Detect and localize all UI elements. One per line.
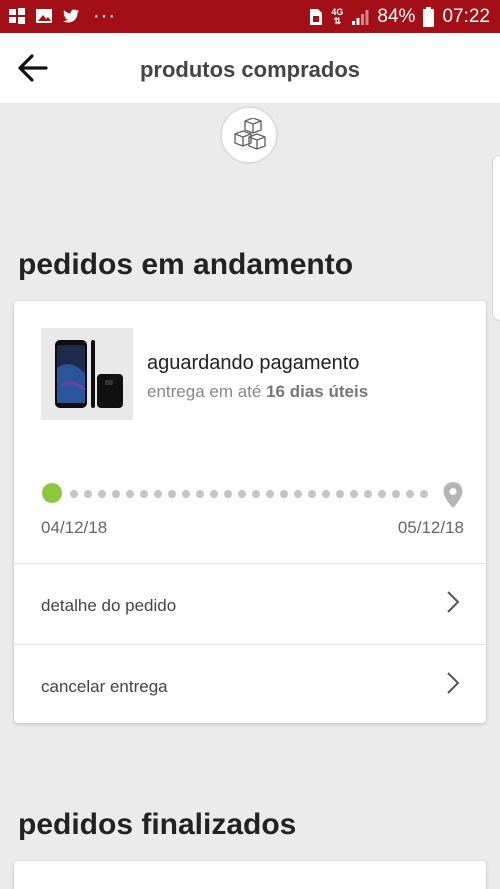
progress-dot bbox=[266, 490, 274, 498]
progress-dot bbox=[364, 490, 372, 498]
section-title-finished: pedidos finalizados bbox=[18, 808, 297, 841]
progress-dot bbox=[252, 490, 260, 498]
network-type: 4G ⇅ bbox=[331, 7, 344, 26]
battery-percent: 84% bbox=[377, 6, 416, 27]
progress-dot bbox=[238, 490, 246, 498]
order-detail-label: detalhe do pedido bbox=[41, 596, 177, 615]
end-date: 05/12/18 bbox=[397, 518, 464, 537]
progress-dot bbox=[280, 490, 288, 498]
progress-dot bbox=[196, 490, 204, 498]
delivery-days: 16 dias úteis bbox=[266, 382, 369, 401]
start-date: 04/12/18 bbox=[41, 518, 108, 537]
signal-icon bbox=[352, 10, 369, 25]
progress-dot bbox=[308, 490, 316, 498]
progress-dot bbox=[336, 490, 344, 498]
page-title: produtos comprados bbox=[139, 57, 360, 82]
progress-dot bbox=[154, 490, 162, 498]
battery-icon bbox=[423, 7, 435, 27]
progress-dot bbox=[350, 490, 358, 498]
cancel-delivery-label: cancelar entrega bbox=[41, 677, 168, 696]
side-scroll-handle[interactable] bbox=[492, 155, 500, 321]
progress-dot bbox=[70, 490, 78, 498]
progress-dot bbox=[182, 490, 190, 498]
sim-icon bbox=[310, 9, 323, 25]
order-status: aguardando pagamento bbox=[147, 352, 360, 374]
progress-dot bbox=[294, 490, 302, 498]
smartphone-image bbox=[55, 340, 123, 408]
progress-dot bbox=[112, 490, 120, 498]
progress-dot bbox=[392, 490, 400, 498]
notification-icons: ··· bbox=[8, 5, 116, 27]
boxes-icon bbox=[234, 118, 266, 150]
delivery-progress bbox=[42, 481, 466, 509]
order-detail-row[interactable]: detalhe do pedido bbox=[14, 564, 486, 644]
delivery-estimate: entrega em até 16 dias úteis bbox=[147, 382, 368, 402]
more-notifications-icon: ··· bbox=[93, 5, 116, 27]
order-card: aguardando pagamento entrega em até 16 d… bbox=[14, 301, 486, 723]
progress-dot bbox=[168, 490, 176, 498]
progress-dot bbox=[84, 490, 92, 498]
progress-dot bbox=[420, 490, 428, 498]
progress-dot bbox=[210, 490, 218, 498]
progress-dots bbox=[70, 490, 428, 498]
app-bar: produtos comprados bbox=[0, 33, 500, 103]
progress-dot bbox=[126, 490, 134, 498]
progress-dot bbox=[224, 490, 232, 498]
finished-order-card[interactable] bbox=[14, 861, 486, 889]
delivery-prefix: entrega em até bbox=[147, 382, 262, 401]
windows-icon bbox=[9, 8, 25, 24]
gallery-icon bbox=[36, 9, 52, 23]
chevron-right-icon bbox=[447, 672, 460, 694]
progress-dot bbox=[98, 490, 106, 498]
location-pin-icon bbox=[443, 482, 463, 508]
cancel-delivery-row[interactable]: cancelar entrega bbox=[14, 645, 486, 725]
progress-dot bbox=[322, 490, 330, 498]
progress-dot bbox=[378, 490, 386, 498]
progress-dot bbox=[140, 490, 148, 498]
status-bar: ··· 4G ⇅ 84% 07:22 bbox=[0, 0, 500, 33]
product-thumbnail[interactable] bbox=[41, 328, 133, 420]
twitter-icon bbox=[63, 9, 79, 23]
chevron-right-icon bbox=[447, 591, 460, 613]
system-status: 4G ⇅ 84% 07:22 bbox=[307, 6, 490, 28]
purchases-badge bbox=[220, 106, 278, 164]
progress-start-dot bbox=[42, 483, 62, 503]
section-title-in-progress: pedidos em andamento bbox=[18, 248, 354, 281]
progress-dot bbox=[406, 490, 414, 498]
clock: 07:22 bbox=[442, 6, 490, 27]
